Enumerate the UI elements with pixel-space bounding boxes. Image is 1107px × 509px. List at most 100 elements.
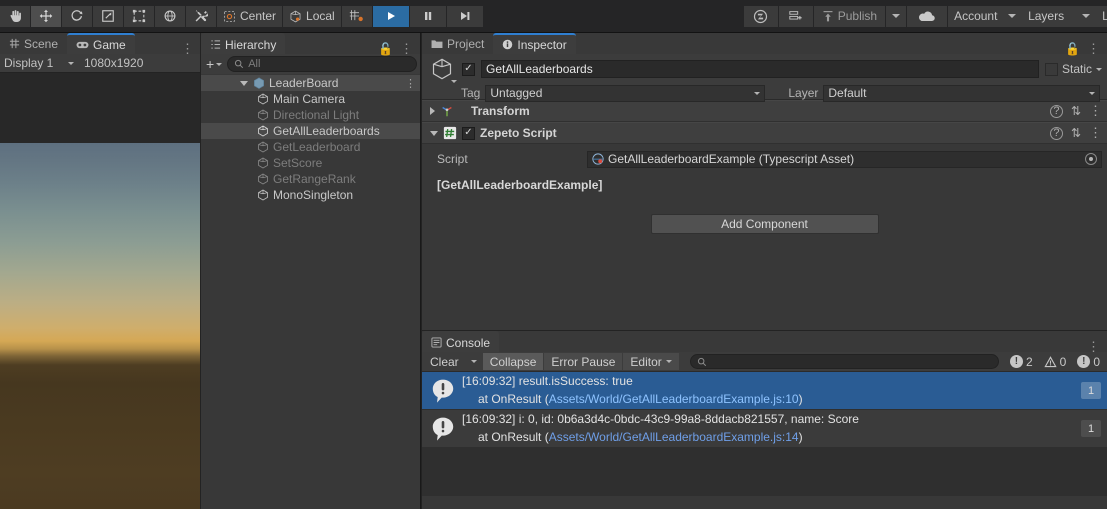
tab-console[interactable]: Console	[422, 331, 500, 352]
help-icon[interactable]: ?	[1049, 104, 1063, 118]
tab-project[interactable]: Project	[422, 33, 493, 54]
component-enabled-checkbox[interactable]: ✓	[462, 126, 475, 140]
pivot-mode-button[interactable]: Center	[217, 5, 283, 27]
add-component-button[interactable]: Add Component	[650, 214, 879, 234]
step-button[interactable]	[446, 5, 483, 27]
hierarchy-item-getleaderboard[interactable]: GetLeaderboard	[201, 139, 420, 155]
hand-tool-button[interactable]	[0, 5, 30, 27]
tab-game[interactable]: Game	[67, 33, 135, 54]
search-icon	[697, 357, 706, 366]
log-message: [16:09:32] result.isSuccess: true	[462, 374, 633, 389]
handle-rotation-button[interactable]: Local	[283, 5, 341, 27]
component-menu-kebab-icon[interactable]: ⋮	[1089, 103, 1102, 119]
publish-button[interactable]: Publish	[813, 5, 886, 27]
transform-tool-button[interactable]	[155, 5, 185, 27]
hierarchy-search-input[interactable]: All	[227, 56, 417, 72]
grid-snapping-button[interactable]	[341, 5, 372, 27]
hierarchy-item-monosingleton[interactable]: MonoSingleton	[201, 187, 420, 203]
move-tool-button[interactable]	[31, 5, 61, 27]
display-dropdown[interactable]: Display 1	[0, 54, 78, 72]
chevron-down-icon[interactable]	[1096, 67, 1102, 71]
create-object-button[interactable]: +	[204, 56, 224, 72]
resolution-label[interactable]: 1080x1920	[78, 56, 143, 70]
chevron-down-icon[interactable]	[451, 80, 457, 83]
error-count-toggle[interactable]: ! 2	[1004, 353, 1038, 370]
tag-value: Untagged	[490, 86, 543, 100]
scale-tool-button[interactable]	[93, 5, 123, 27]
unity-editor-window: Center Local Publish Account Layers L Sc…	[0, 0, 1107, 509]
play-button[interactable]	[372, 5, 409, 27]
component-header-zepeto-script[interactable]: ✓ Zepeto Script ? ⇅ ⋮	[422, 122, 1107, 144]
component-header-transform[interactable]: Transform ? ⇅ ⋮	[422, 100, 1107, 122]
object-enabled-checkbox[interactable]: ✓	[462, 62, 475, 76]
hierarchy-item-main-camera[interactable]: Main Camera	[201, 91, 420, 107]
tab-game-label: Game	[93, 37, 126, 52]
disclosure-triangle-icon[interactable]	[430, 107, 435, 115]
chevron-down-icon	[470, 360, 477, 363]
console-search-input[interactable]	[689, 354, 999, 369]
layout-dropdown[interactable]: Layout	[1096, 5, 1107, 27]
layout-label: Layout	[1102, 9, 1107, 23]
game-view-tab-icons: ⋮	[181, 42, 200, 55]
hierarchy-item-leaderboard[interactable]: LeaderBoard ⋮	[201, 75, 420, 91]
panel-menu-kebab-icon[interactable]: ⋮	[400, 42, 413, 55]
layer-label: Layer	[788, 86, 819, 100]
game-view-render[interactable]	[0, 143, 200, 509]
hierarchy-item-setscore[interactable]: SetScore	[201, 155, 420, 171]
clear-label: Clear	[430, 354, 459, 369]
hierarchy-item-directional-light[interactable]: Directional Light	[201, 107, 420, 123]
playback-controls	[372, 5, 484, 27]
tab-scene[interactable]: Scene	[0, 33, 67, 54]
panel-menu-kebab-icon[interactable]: ⋮	[1087, 340, 1100, 353]
static-checkbox[interactable]	[1044, 62, 1058, 76]
disclosure-triangle-icon[interactable]	[430, 130, 438, 136]
console-log-entry[interactable]: [16:09:32] result.isSuccess: true at OnR…	[422, 372, 1107, 410]
tag-dropdown[interactable]: Untagged	[485, 84, 766, 102]
tab-hierarchy[interactable]: Hierarchy	[201, 33, 286, 54]
lock-icon[interactable]: 🔓	[1065, 43, 1080, 55]
services-button[interactable]	[778, 5, 813, 27]
panel-menu-kebab-icon[interactable]: ⋮	[1087, 42, 1100, 55]
account-dropdown[interactable]: Account	[948, 5, 1023, 27]
log-file-link[interactable]: Assets/World/GetAllLeaderboardExample.js…	[549, 392, 799, 406]
preset-icon[interactable]: ⇅	[1071, 126, 1081, 140]
clear-button[interactable]: Clear	[424, 353, 465, 370]
rotate-tool-button[interactable]	[62, 5, 92, 27]
item-menu-kebab-icon[interactable]: ⋮	[405, 77, 416, 90]
panel-menu-kebab-icon[interactable]: ⋮	[181, 42, 194, 55]
object-name-input[interactable]: GetAllLeaderboards	[481, 60, 1039, 78]
hierarchy-item-getallleaderboards[interactable]: GetAllLeaderboards	[201, 123, 420, 139]
cloud-button[interactable]	[907, 5, 948, 27]
layers-dropdown[interactable]: Layers	[1022, 5, 1097, 27]
error-pause-toggle[interactable]: Error Pause	[544, 353, 623, 370]
game-view-letterbox	[0, 73, 200, 143]
preset-icon[interactable]: ⇅	[1071, 104, 1081, 118]
search-icon	[235, 59, 244, 69]
publish-dropdown-button[interactable]	[886, 5, 907, 27]
error-icon: !	[1009, 355, 1023, 368]
chevron-down-icon	[1089, 91, 1095, 95]
rect-tool-button[interactable]	[124, 5, 154, 27]
hierarchy-item-getrangerank[interactable]: GetRangeRank	[201, 171, 420, 187]
script-object-field[interactable]: GetAllLeaderboardExample (Typescript Ass…	[587, 150, 1102, 168]
clear-dropdown-button[interactable]	[466, 353, 482, 370]
component-menu-kebab-icon[interactable]: ⋮	[1089, 125, 1102, 141]
custom-editor-tool-button[interactable]	[186, 5, 216, 27]
account-label: Account	[954, 9, 998, 23]
log-file-link[interactable]: Assets/World/GetAllLeaderboardExample.js…	[549, 430, 799, 444]
editor-dropdown[interactable]: Editor	[623, 353, 679, 370]
console-log-entry[interactable]: [16:09:32] i: 0, id: 0b6a3d4c-0bdc-43c9-…	[422, 410, 1107, 448]
tab-inspector[interactable]: Inspector	[493, 33, 576, 54]
object-picker-icon[interactable]	[1085, 153, 1097, 165]
console-detail-area	[422, 448, 1107, 496]
lock-icon[interactable]: 🔓	[378, 43, 393, 55]
warning-count-toggle[interactable]: 0	[1038, 353, 1072, 370]
zepeto-logo-button[interactable]	[743, 5, 778, 27]
help-icon[interactable]: ?	[1049, 126, 1063, 140]
pause-button[interactable]	[409, 5, 446, 27]
collapse-toggle[interactable]: Collapse	[482, 353, 544, 370]
info-count-toggle[interactable]: ! 0	[1072, 353, 1105, 370]
gameobject-icon	[255, 157, 271, 169]
layer-dropdown[interactable]: Default	[823, 84, 1100, 102]
disclosure-triangle-icon[interactable]	[237, 80, 251, 86]
